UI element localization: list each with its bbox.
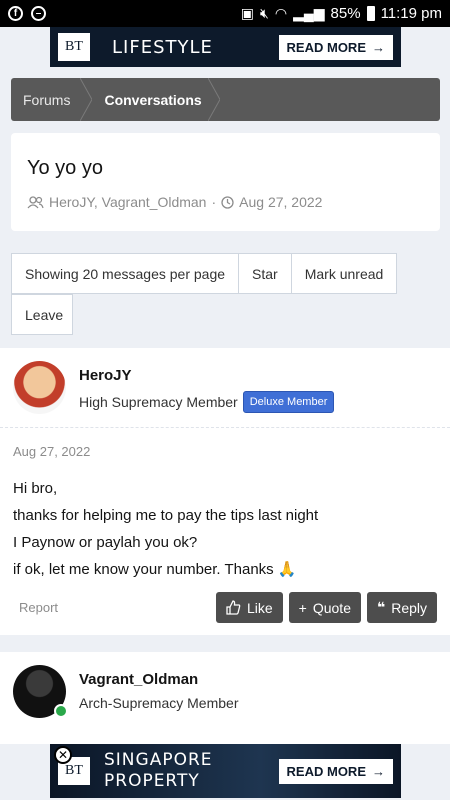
username[interactable]: HeroJY	[79, 367, 334, 384]
avatar[interactable]	[13, 361, 66, 414]
facebook-icon: f	[8, 6, 23, 21]
conversation-toolbar: Showing 20 messages per page Star Mark u…	[11, 253, 431, 335]
praying-hands-emoji-icon: 🙏	[277, 561, 297, 578]
breadcrumb-label: Conversations	[104, 91, 202, 108]
message-line: if ok, let me know your number. Thanks	[13, 561, 274, 578]
participants-icon	[27, 195, 44, 208]
ad-read-more-button[interactable]: READ MORE →	[278, 758, 393, 784]
mark-unread-button[interactable]: Mark unread	[290, 253, 398, 294]
message: Vagrant_Oldman Arch-Supremacy Member	[0, 652, 450, 744]
breadcrumb: Forums Conversations	[11, 78, 440, 121]
status-bar: f – ▣ 🔇︎ ◠ ▂▄▆ 85% 11:19 pm	[0, 0, 450, 27]
sim-icon: ▣	[240, 5, 255, 21]
mute-icon: 🔇︎	[260, 5, 269, 21]
ad-banner-bottom[interactable]: BT SINGAPORE PROPERTY READ MORE →	[50, 744, 401, 798]
breadcrumb-forums[interactable]: Forums	[11, 78, 93, 121]
message-user: Vagrant_Oldman Arch-Supremacy Member	[0, 652, 450, 731]
user-title: High Supremacy Member	[79, 394, 238, 410]
report-link[interactable]: Report	[19, 600, 58, 615]
message: HeroJY High Supremacy Member Deluxe Memb…	[0, 348, 450, 635]
quote-button[interactable]: + Quote	[288, 592, 361, 623]
arrow-right-icon: →	[372, 763, 385, 779]
thread-header: Yo yo yo HeroJY, Vagrant_Oldman · Aug 27…	[11, 133, 440, 231]
ad-banner-top[interactable]: BT LIFESTYLE READ MORE →	[50, 27, 401, 67]
clock-icon	[221, 195, 234, 209]
breadcrumb-conversations[interactable]: Conversations	[92, 78, 220, 121]
battery-icon	[366, 6, 375, 21]
thread-date[interactable]: Aug 27, 2022	[239, 194, 322, 210]
quote-marks-icon: ❝	[376, 599, 386, 615]
message-line: thanks for helping me to pay the tips la…	[13, 507, 319, 524]
signal-icon: ▂▄▆	[293, 5, 325, 21]
leave-button[interactable]: Leave	[11, 294, 73, 335]
avatar[interactable]	[13, 665, 68, 718]
thumbs-up-icon	[226, 600, 241, 615]
star-button[interactable]: Star	[238, 253, 292, 294]
like-label: Like	[246, 599, 273, 616]
reply-button[interactable]: ❝ Reply	[366, 592, 437, 623]
message-body: Hi bro, thanks for helping me to pay the…	[0, 459, 450, 583]
user-badge: Deluxe Member	[242, 391, 335, 413]
plus-icon: +	[298, 599, 307, 616]
user-title: Arch-Supremacy Member	[79, 695, 239, 711]
reply-label: Reply	[391, 599, 427, 616]
ad-title: LIFESTYLE	[112, 36, 213, 58]
arrow-right-icon: →	[372, 39, 385, 55]
message-line-last: if ok, let me know your number. Thanks 🙏	[13, 556, 437, 583]
online-status-icon	[54, 704, 68, 718]
ad-button-label: READ MORE	[286, 763, 366, 779]
username[interactable]: Vagrant_Oldman	[79, 671, 239, 688]
ad-title: SINGAPORE PROPERTY	[104, 750, 213, 791]
wifi-icon: ◠	[274, 5, 288, 21]
do-not-disturb-icon: –	[31, 6, 46, 21]
meta-separator: ·	[211, 194, 217, 210]
message-line: Hi bro,	[13, 480, 58, 497]
message-date[interactable]: Aug 27, 2022	[0, 428, 450, 459]
thread-title: Yo yo yo	[27, 157, 103, 179]
ad-read-more-button[interactable]: READ MORE →	[278, 34, 393, 60]
message-user: HeroJY High Supremacy Member Deluxe Memb…	[0, 348, 450, 427]
message-line: I Paynow or paylah you ok?	[13, 534, 198, 551]
battery-percent: 85%	[330, 5, 361, 22]
ad-close-icon[interactable]: ✕	[54, 746, 72, 764]
ad-button-label: READ MORE	[286, 39, 366, 55]
thread-participants[interactable]: HeroJY, Vagrant_Oldman	[49, 194, 206, 210]
thread-meta: HeroJY, Vagrant_Oldman · Aug 27, 2022	[27, 194, 424, 210]
breadcrumb-chevron-icon	[207, 78, 220, 121]
clock: 11:19 pm	[380, 5, 442, 22]
breadcrumb-label: Forums	[23, 91, 71, 108]
messages-per-page-button[interactable]: Showing 20 messages per page	[11, 253, 240, 294]
message-actions: Report Like + Quote ❝ Reply	[0, 592, 450, 623]
breadcrumb-chevron-icon	[80, 78, 93, 121]
quote-label: Quote	[312, 599, 351, 616]
like-button[interactable]: Like	[215, 592, 283, 623]
bt-logo: BT	[58, 33, 90, 61]
